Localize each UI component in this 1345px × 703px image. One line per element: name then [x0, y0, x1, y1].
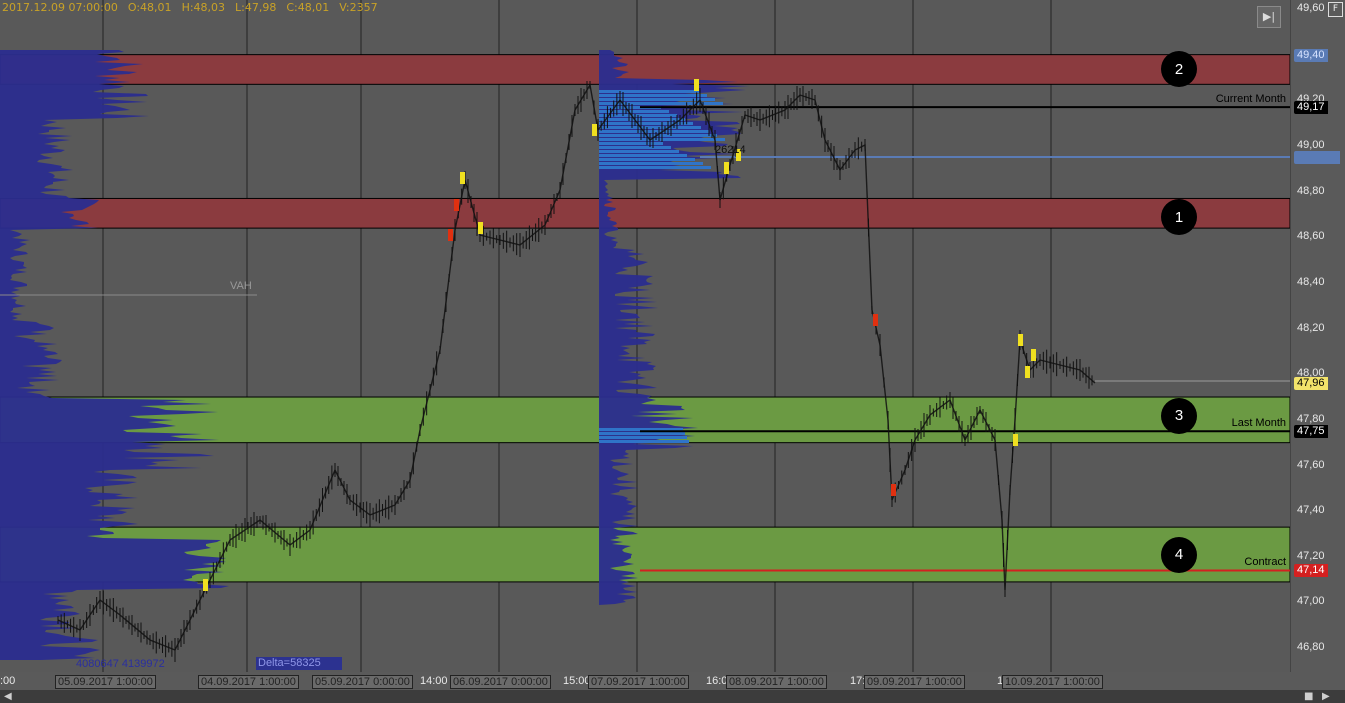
- date-box: 07.09.2017 1:00:00: [588, 675, 689, 689]
- price-axis[interactable]: 49,6049,4049,2049,0048,8048,6048,4048,20…: [1290, 0, 1345, 672]
- horizontal-scrollbar[interactable]: ◀ ■ ▶: [0, 690, 1345, 703]
- time-axis[interactable]: :0014:0015:0016:0017:0018:0005.09.2017 1…: [0, 672, 1290, 690]
- volume-highlight: [448, 229, 453, 241]
- zone-marker-3: 3: [1161, 397, 1197, 434]
- value-area-bar: [599, 122, 693, 125]
- volume-highlight: [891, 484, 896, 496]
- price-tag: 47,75: [1294, 425, 1328, 439]
- price-tick-label: 48,80: [1297, 184, 1325, 197]
- date-box: 10.09.2017 1:00:00: [1002, 675, 1103, 689]
- value-area-bar: [599, 94, 707, 97]
- value-area-bar: [599, 440, 689, 443]
- last-month-label: Last Month: [1231, 417, 1286, 430]
- price-tick-label: 47,00: [1297, 595, 1325, 608]
- date-box: 08.09.2017 1:00:00: [726, 675, 827, 689]
- price-tick-label: 49,60: [1297, 2, 1325, 14]
- delta-readout: Delta=58325: [256, 657, 342, 670]
- date-box: 09.09.2017 1:00:00: [864, 675, 965, 689]
- time-tick-label: 14:00: [420, 675, 448, 687]
- ohlc-volume: V:2357: [339, 1, 378, 14]
- zone-marker-4: 4: [1161, 536, 1197, 573]
- value-area-bar: [599, 118, 685, 121]
- price-tick-label: 47,40: [1297, 504, 1325, 517]
- value-area-bar: [599, 432, 685, 435]
- volume-highlight: [1025, 366, 1030, 378]
- scroll-right-icon[interactable]: ▶: [1322, 691, 1330, 702]
- price-tick-label: 48,20: [1297, 321, 1325, 334]
- volume-highlight: [1013, 434, 1018, 446]
- price-tag: [1294, 151, 1340, 165]
- ohlc-date: 2017.12.09 07:00:00: [2, 1, 118, 14]
- vah-label: VAH: [230, 280, 252, 292]
- value-area-bar: [599, 158, 695, 161]
- volume-highlight: [694, 79, 699, 91]
- value-area-bar: [599, 126, 701, 129]
- volume-highlight: [592, 124, 597, 136]
- value-area-bar: [599, 130, 709, 133]
- value-area-bar: [599, 154, 687, 157]
- price-tick-label: 48,60: [1297, 230, 1325, 243]
- price-tag: 47,14: [1294, 564, 1328, 578]
- value-area-bar: [599, 146, 671, 149]
- price-tick-label: 49,00: [1297, 138, 1325, 151]
- scroll-left-icon[interactable]: ◀: [4, 691, 12, 702]
- chart-canvas[interactable]: [0, 0, 1290, 672]
- volume-highlight: [1031, 349, 1036, 361]
- current-month-label: Current Month: [1215, 93, 1286, 106]
- ohlc-low: L:47,98: [235, 1, 277, 14]
- price-tick-label: 48,40: [1297, 275, 1325, 288]
- price-tick-label: 47,80: [1297, 412, 1325, 425]
- scroll-to-end-button[interactable]: ▶|: [1257, 6, 1281, 28]
- time-tick-label: :00: [0, 675, 16, 687]
- ohlc-high: H:48,03: [181, 1, 226, 14]
- volume-highlight: [478, 222, 483, 234]
- date-box: 05.09.2017 1:00:00: [55, 675, 156, 689]
- fit-button[interactable]: F: [1328, 2, 1343, 17]
- value-area-bar: [599, 166, 711, 169]
- date-box: 04.09.2017 1:00:00: [198, 675, 299, 689]
- trading-chart-window: 2017.12.09 07:00:00 O:48,01 H:48,03 L:47,98…: [0, 0, 1345, 703]
- value-area-bar: [599, 90, 699, 93]
- price-tick-label: 47,20: [1297, 549, 1325, 562]
- price-chart-area[interactable]: 2017.12.09 07:00:00 O:48,01 H:48,03 L:47,98…: [0, 0, 1290, 672]
- volume-highlight: [724, 162, 729, 174]
- poc-volume-label: 26214: [715, 144, 746, 156]
- volume-highlight: [460, 172, 465, 184]
- value-area-bar: [599, 110, 669, 113]
- volume-totals: 4080647 4139972: [76, 658, 165, 670]
- ohlc-open: O:48,01: [127, 1, 172, 14]
- volume-highlight: [454, 199, 459, 211]
- price-tag: 49,17: [1294, 101, 1328, 115]
- contract-label: Contract: [1244, 556, 1286, 569]
- zone-band: [0, 197, 1290, 229]
- ohlc-close: C:48,01: [286, 1, 330, 14]
- price-tag: 49,40: [1294, 48, 1328, 62]
- price-tick-label: 46,80: [1297, 641, 1325, 654]
- volume-highlight: [203, 579, 208, 591]
- time-tick-label: 15:00: [563, 675, 591, 687]
- left-volume-profile: [0, 50, 229, 660]
- price-tag: 47,96: [1294, 377, 1328, 391]
- volume-highlight: [873, 314, 878, 326]
- date-box: 05.09.2017 0:00:00: [312, 675, 413, 689]
- value-area-bar: [599, 150, 679, 153]
- value-area-bar: [599, 162, 703, 165]
- date-box: 06.09.2017 0:00:00: [450, 675, 551, 689]
- session-volume-profile: [599, 50, 749, 605]
- ohlc-info: 2017.12.09 07:00:00 O:48,01 H:48,03 L:47,98…: [2, 1, 388, 14]
- scroll-thumb-icon[interactable]: ■: [1304, 691, 1313, 702]
- value-area-bar: [599, 436, 687, 439]
- price-tick-label: 47,60: [1297, 458, 1325, 471]
- volume-highlight: [1018, 334, 1023, 346]
